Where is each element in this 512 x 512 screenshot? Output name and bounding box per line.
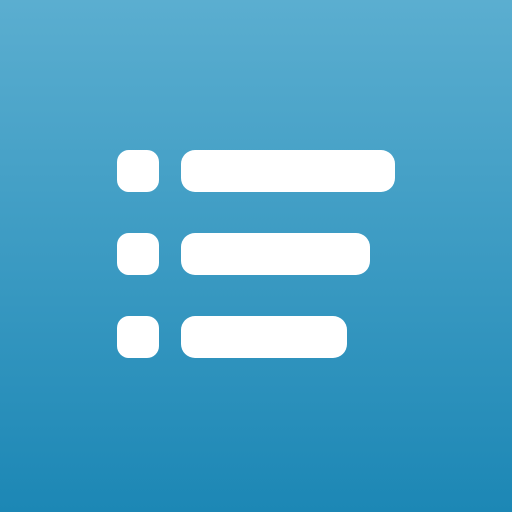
list-icon — [0, 0, 512, 512]
bullet-dot — [117, 233, 159, 275]
line-bar — [181, 150, 395, 192]
bullet-dot — [117, 316, 159, 358]
line-bar — [181, 233, 370, 275]
app-icon[interactable] — [0, 0, 512, 512]
bullet-dot — [117, 150, 159, 192]
line-bar — [181, 316, 347, 358]
